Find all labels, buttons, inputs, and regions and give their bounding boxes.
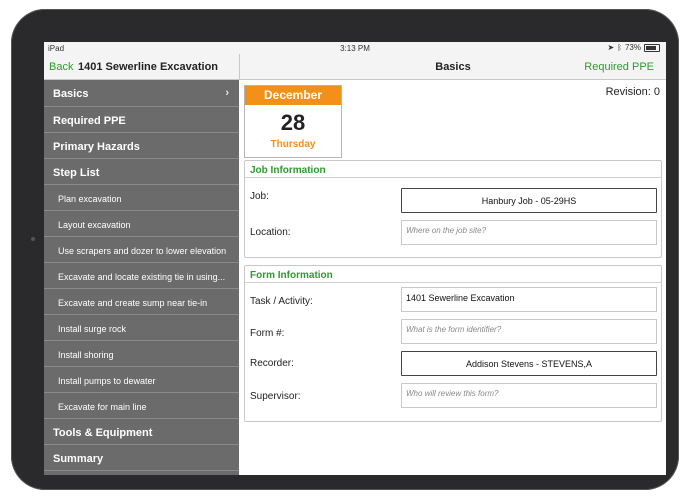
- sidebar-step-item[interactable]: Use scrapers and dozer to lower elevatio…: [44, 237, 239, 263]
- task-input[interactable]: 1401 Sewerline Excavation: [401, 287, 657, 312]
- right-navbar: Basics Required PPE: [240, 54, 666, 80]
- form-number-label: Form #:: [250, 328, 285, 339]
- calendar-month: December: [245, 86, 341, 105]
- sidebar-step-item[interactable]: Excavate and create sump near tie-in: [44, 289, 239, 315]
- clock: 3:13 PM: [340, 44, 370, 53]
- sidebar: Basics › Required PPE Primary Hazards St…: [44, 80, 239, 475]
- job-information-section: Job Information Job: Hanbury Job - 05-29…: [244, 160, 662, 258]
- supervisor-label: Supervisor:: [250, 391, 301, 402]
- sidebar-item-label: Excavate and locate existing tie in usin…: [58, 272, 226, 282]
- sidebar-item-tools-equipment[interactable]: Tools & Equipment: [44, 419, 239, 445]
- sidebar-item-label: Tools & Equipment: [53, 427, 153, 439]
- job-row: Job: Hanbury Job - 05-29HS: [245, 179, 661, 217]
- calendar-day: 28: [280, 110, 306, 135]
- sidebar-item-required-ppe[interactable]: Required PPE: [44, 107, 239, 133]
- section-heading: Job Information: [245, 161, 661, 178]
- recorder-row: Recorder: Addison Stevens - STEVENS,A: [245, 348, 661, 380]
- sidebar-item-basics[interactable]: Basics ›: [44, 80, 239, 107]
- date-picker[interactable]: December 28 Thursday: [244, 85, 342, 158]
- sidebar-step-item[interactable]: Plan excavation: [44, 185, 239, 211]
- battery-icon: [644, 43, 660, 52]
- job-picker[interactable]: Hanbury Job - 05-29HS: [401, 188, 657, 213]
- sidebar-step-item[interactable]: Layout excavation: [44, 211, 239, 237]
- sidebar-item-label: Excavate and create sump near tie-in: [58, 298, 208, 308]
- sidebar-item-label: Install pumps to dewater: [58, 376, 156, 386]
- recorder-picker[interactable]: Addison Stevens - STEVENS,A: [401, 351, 657, 376]
- ipad-frame: iPad 3:13 PM ➤ ᛒ 73% Back 1401 Sewerline…: [11, 9, 679, 490]
- camera-dot: [31, 237, 35, 241]
- chevron-right-icon: ›: [225, 87, 229, 99]
- sidebar-step-item[interactable]: Excavate and locate existing tie in usin…: [44, 263, 239, 289]
- section-heading: Form Information: [245, 266, 661, 283]
- sidebar-item-label: Plan excavation: [58, 194, 122, 204]
- battery-percent: 73%: [624, 43, 641, 52]
- form-information-section: Form Information Task / Activity: 1401 S…: [244, 265, 662, 422]
- sidebar-item-label: Primary Hazards: [53, 141, 140, 153]
- left-navbar: Back 1401 Sewerline Excavation: [44, 54, 240, 80]
- form-number-input[interactable]: What is the form identifier?: [401, 319, 657, 344]
- sidebar-item-label: Excavate for main line: [58, 402, 147, 412]
- back-button[interactable]: Back: [49, 61, 73, 73]
- location-input[interactable]: Where on the job site?: [401, 220, 657, 245]
- sidebar-step-item[interactable]: Install pumps to dewater: [44, 367, 239, 393]
- job-label: Job:: [250, 191, 269, 202]
- supervisor-row: Supervisor: Who will review this form?: [245, 380, 661, 412]
- revision-label: Revision: 0: [605, 86, 660, 98]
- sidebar-step-item[interactable]: Excavate for main line: [44, 393, 239, 419]
- sidebar-item-summary[interactable]: Summary: [44, 445, 239, 471]
- sidebar-item-primary-hazards[interactable]: Primary Hazards: [44, 133, 239, 159]
- sidebar-step-item[interactable]: Install surge rock: [44, 315, 239, 341]
- left-nav-title: 1401 Sewerline Excavation: [78, 61, 219, 73]
- sidebar-step-item[interactable]: Install shoring: [44, 341, 239, 367]
- task-row: Task / Activity: 1401 Sewerline Excavati…: [245, 284, 661, 316]
- supervisor-input[interactable]: Who will review this form?: [401, 383, 657, 408]
- sidebar-item-label: Step List: [53, 167, 100, 179]
- sidebar-item-label: Use scrapers and dozer to lower elevatio…: [58, 246, 227, 256]
- form-number-row: Form #: What is the form identifier?: [245, 316, 661, 348]
- sidebar-item-label: Layout excavation: [58, 220, 131, 230]
- sidebar-item-step-list[interactable]: Step List: [44, 159, 239, 185]
- sidebar-item-label: Basics: [53, 88, 89, 100]
- sidebar-item-label: Required PPE: [53, 115, 126, 127]
- status-right: ➤ ᛒ 73%: [607, 43, 660, 52]
- sidebar-item-label: Install surge rock: [58, 324, 127, 334]
- calendar-weekday: Thursday: [270, 139, 316, 150]
- location-icon: ➤: [607, 43, 615, 52]
- task-label: Task / Activity:: [250, 296, 313, 307]
- bluetooth-icon: ᛒ: [617, 43, 622, 52]
- status-bar: iPad 3:13 PM ➤ ᛒ 73%: [44, 42, 666, 54]
- location-row: Location: Where on the job site?: [245, 217, 661, 255]
- location-label: Location:: [250, 227, 291, 238]
- sidebar-item-label: Summary: [53, 453, 104, 465]
- main-content: Revision: 0 December 28 Thursday Job Inf…: [240, 80, 666, 475]
- sidebar-item-label: Install shoring: [58, 350, 114, 360]
- recorder-label: Recorder:: [250, 358, 294, 369]
- next-required-ppe-button[interactable]: Required PPE: [584, 61, 654, 73]
- app-screen: iPad 3:13 PM ➤ ᛒ 73% Back 1401 Sewerline…: [44, 42, 666, 475]
